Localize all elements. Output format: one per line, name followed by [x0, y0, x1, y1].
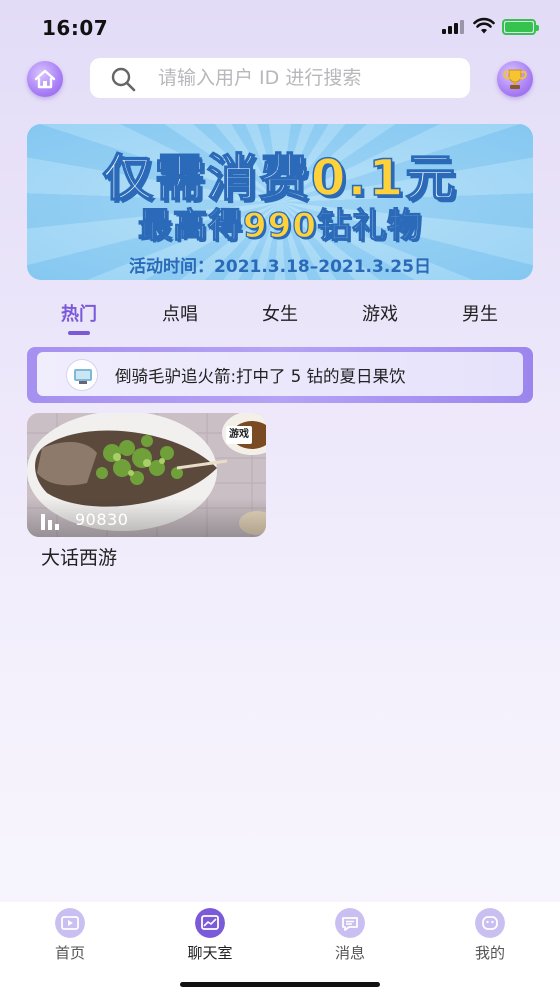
tab-indicator: [68, 331, 90, 335]
tabbar-label: 首页: [54, 944, 85, 962]
room-audience-count: 90830: [75, 510, 129, 529]
tabbar-profile[interactable]: 我的: [445, 908, 535, 963]
tab-hot[interactable]: 热门: [39, 300, 119, 326]
tabbar-home[interactable]: 首页: [25, 908, 115, 963]
tab-female[interactable]: 女生: [240, 300, 320, 326]
search-input[interactable]: [158, 58, 458, 98]
tabbar-chatroom[interactable]: 聊天室: [165, 908, 255, 963]
tabbar-messages[interactable]: 消息: [305, 908, 395, 963]
play-icon: [55, 908, 85, 938]
tabbar-label: 消息: [334, 944, 365, 962]
smile-icon: [475, 908, 505, 938]
status-time: 16:07: [42, 16, 109, 40]
gift-notice-bar[interactable]: 倒骑毛驴追火箭:打中了 5 钻的夏日果饮: [27, 347, 533, 403]
home-button[interactable]: [27, 61, 63, 97]
notice-text: 倒骑毛驴追火箭:打中了 5 钻的夏日果饮: [115, 367, 406, 386]
audience-bars-icon: [41, 514, 59, 530]
search-bar[interactable]: [90, 58, 470, 98]
promo-banner[interactable]: 仅需消费0.1元 最高得990钻礼物 活动时间：2021.3.18–2021.3…: [27, 124, 533, 280]
status-bar: 16:07: [0, 0, 560, 54]
signal-icon: [442, 20, 466, 34]
tabbar-label: 聊天室: [187, 944, 233, 962]
chat-bubble-icon: [335, 908, 365, 938]
banner-period: 活动时间：2021.3.18–2021.3.25日: [129, 257, 431, 277]
tab-song-request[interactable]: 点唱: [140, 300, 220, 326]
tabbar-label: 我的: [474, 944, 505, 962]
tab-game[interactable]: 游戏: [340, 300, 420, 326]
wifi-icon: [473, 17, 495, 34]
search-icon: [111, 67, 136, 92]
battery-icon: [502, 19, 539, 35]
house-icon: [34, 69, 56, 89]
chart-icon: [195, 908, 225, 938]
gift-avatar: [66, 359, 98, 391]
home-indicator: [180, 982, 380, 987]
trophy-icon: [503, 69, 527, 89]
trophy-button[interactable]: [497, 61, 533, 97]
tab-male[interactable]: 男生: [440, 300, 520, 326]
room-tag: 游戏: [226, 426, 252, 444]
banner-subheadline: 最高得990钻礼物: [137, 205, 422, 246]
room-title[interactable]: 大话西游: [41, 543, 117, 570]
